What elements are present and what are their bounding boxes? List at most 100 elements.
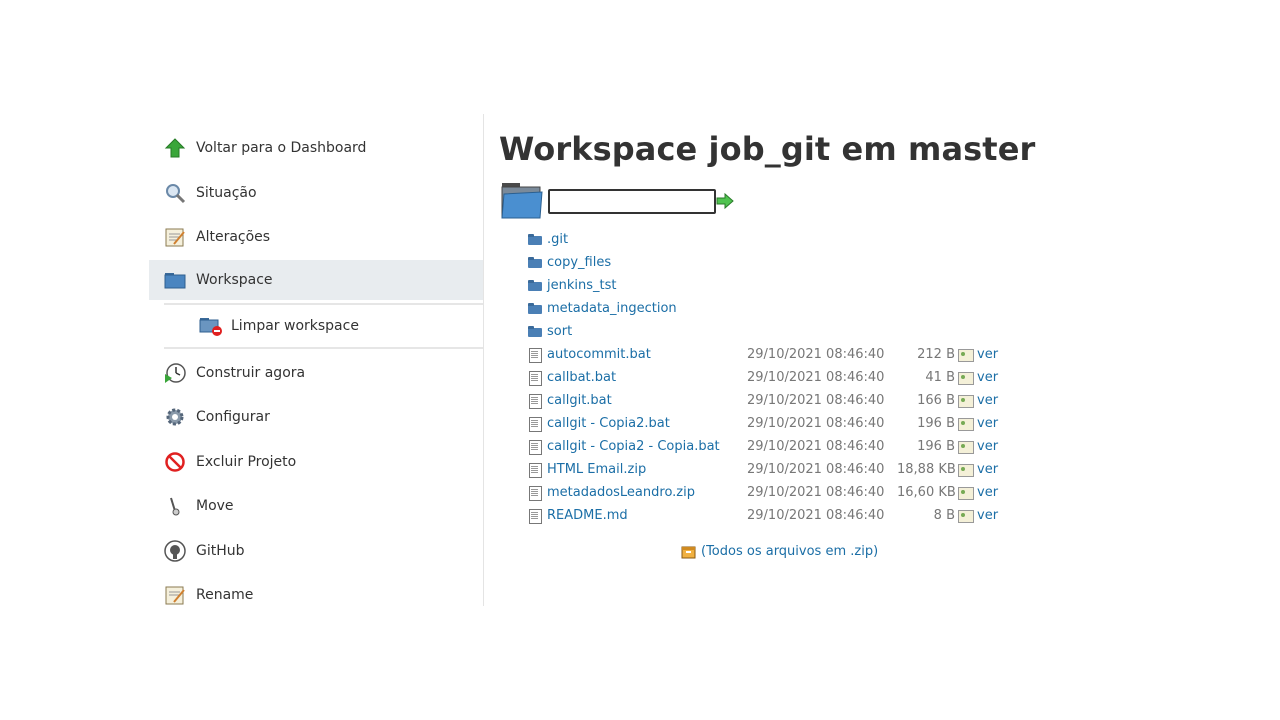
sidebar-item-build-now[interactable]: Construir agora	[149, 351, 483, 396]
folder-icon	[500, 182, 544, 220]
file-row: metadadosLeandro.zip 29/10/2021 08:46:40 1…	[528, 481, 998, 504]
folder-icon	[528, 256, 542, 269]
view-file-icon[interactable]	[958, 463, 974, 477]
sidebar-item-label: Voltar para o Dashboard	[196, 140, 367, 157]
view-file-icon[interactable]	[958, 417, 974, 431]
go-arrow-icon[interactable]	[716, 192, 734, 210]
sidebar-item-label: Workspace	[196, 271, 273, 288]
file-link[interactable]: autocommit.bat	[547, 347, 747, 362]
file-icon	[528, 417, 542, 432]
file-icon	[528, 348, 542, 363]
sidebar-item-label: Excluir Projeto	[196, 453, 297, 470]
file-icon	[528, 463, 542, 478]
notepad-icon	[164, 226, 186, 248]
sidebar-item-rename[interactable]: Rename	[149, 573, 483, 618]
folder-row: .git	[528, 228, 998, 251]
sidebar: Voltar para o Dashboard Situação Alteraç…	[149, 126, 483, 618]
sidebar-item-clean-workspace[interactable]: Limpar workspace	[164, 302, 483, 349]
sidebar-item-changes[interactable]: Alterações	[149, 215, 483, 260]
sidebar-item-label: Construir agora	[196, 364, 306, 381]
folder-delete-icon	[199, 315, 223, 337]
folder-row: jenkins_tst	[528, 274, 998, 297]
file-size: 196 B	[917, 416, 955, 431]
folder-link[interactable]: .git	[547, 232, 747, 247]
file-date: 29/10/2021 08:46:40	[747, 439, 885, 454]
view-file-link[interactable]: ver	[977, 508, 998, 523]
path-input[interactable]	[548, 188, 716, 214]
view-file-icon[interactable]	[958, 371, 974, 385]
sidebar-item-label: Alterações	[196, 229, 271, 246]
clock-play-icon	[164, 362, 186, 384]
file-date: 29/10/2021 08:46:40	[747, 416, 885, 431]
file-row: callgit - Copia2.bat 29/10/2021 08:46:40 1…	[528, 412, 998, 435]
archive-icon	[681, 545, 696, 559]
folder-row: copy_files	[528, 251, 998, 274]
folder-link[interactable]: copy_files	[547, 255, 747, 270]
view-file-link[interactable]: ver	[977, 370, 998, 385]
sidebar-item-workspace[interactable]: Workspace	[149, 259, 483, 300]
sidebar-item-configure[interactable]: Configurar	[149, 395, 483, 440]
view-file-link[interactable]: ver	[977, 485, 998, 500]
notepad-icon	[164, 584, 186, 606]
arrow-up-icon	[164, 137, 186, 159]
sidebar-item-back-to-dashboard[interactable]: Voltar para o Dashboard	[149, 126, 483, 171]
file-size: 41 B	[925, 370, 955, 385]
view-file-link[interactable]: ver	[977, 347, 998, 362]
sidebar-item-move[interactable]: Move	[149, 484, 483, 529]
file-size: 8 B	[933, 508, 955, 523]
folder-icon	[528, 302, 542, 315]
sidebar-item-github[interactable]: GitHub	[149, 529, 483, 574]
file-date: 29/10/2021 08:46:40	[747, 370, 885, 385]
github-icon	[164, 540, 186, 562]
folder-icon	[528, 325, 542, 338]
sidebar-item-label: Situação	[196, 184, 257, 201]
file-size: 16,60 KB	[897, 485, 956, 500]
view-file-icon[interactable]	[958, 509, 974, 523]
view-file-icon[interactable]	[958, 440, 974, 454]
file-date: 29/10/2021 08:46:40	[747, 485, 885, 500]
folder-link[interactable]: jenkins_tst	[547, 278, 747, 293]
page-title: Workspace job_git em master	[499, 130, 1036, 168]
folder-link[interactable]: metadata_ingection	[547, 301, 747, 316]
file-row: callbat.bat 29/10/2021 08:46:40 41 B ver	[528, 366, 998, 389]
file-link[interactable]: metadadosLeandro.zip	[547, 485, 747, 500]
view-file-icon[interactable]	[958, 394, 974, 408]
file-row: callgit.bat 29/10/2021 08:46:40 166 B ver	[528, 389, 998, 412]
sidebar-item-label: Limpar workspace	[231, 317, 359, 334]
file-icon	[528, 486, 542, 501]
file-link[interactable]: callgit - Copia2 - Copia.bat	[547, 439, 747, 454]
file-row: autocommit.bat 29/10/2021 08:46:40 212 B ve…	[528, 343, 998, 366]
view-file-link[interactable]: ver	[977, 439, 998, 454]
file-size: 212 B	[917, 347, 955, 362]
sidebar-divider	[483, 114, 484, 606]
path-bar	[500, 182, 734, 220]
sidebar-item-label: GitHub	[196, 542, 245, 559]
view-file-link[interactable]: ver	[977, 393, 998, 408]
file-date: 29/10/2021 08:46:40	[747, 462, 885, 477]
download-all-zip-link[interactable]: (Todos os arquivos em .zip)	[681, 544, 878, 559]
folder-icon	[164, 269, 186, 291]
view-file-icon[interactable]	[958, 486, 974, 500]
view-file-icon[interactable]	[958, 348, 974, 362]
folder-row: metadata_ingection	[528, 297, 998, 320]
file-row: callgit - Copia2 - Copia.bat 29/10/2021 0…	[528, 435, 998, 458]
sidebar-item-status[interactable]: Situação	[149, 171, 483, 216]
file-icon	[528, 371, 542, 386]
file-link[interactable]: callgit.bat	[547, 393, 747, 408]
sidebar-item-label: Move	[196, 498, 234, 515]
sidebar-item-delete-project[interactable]: Excluir Projeto	[149, 440, 483, 485]
folder-link[interactable]: sort	[547, 324, 747, 339]
file-date: 29/10/2021 08:46:40	[747, 347, 885, 362]
folder-icon	[528, 233, 542, 246]
view-file-link[interactable]: ver	[977, 462, 998, 477]
file-link[interactable]: callbat.bat	[547, 370, 747, 385]
file-link[interactable]: README.md	[547, 508, 747, 523]
file-date: 29/10/2021 08:46:40	[747, 508, 885, 523]
sidebar-item-label: Rename	[196, 587, 254, 604]
file-icon	[528, 440, 542, 455]
file-link[interactable]: HTML Email.zip	[547, 462, 747, 477]
gear-icon	[164, 406, 186, 428]
file-icon	[528, 509, 542, 524]
view-file-link[interactable]: ver	[977, 416, 998, 431]
file-link[interactable]: callgit - Copia2.bat	[547, 416, 747, 431]
